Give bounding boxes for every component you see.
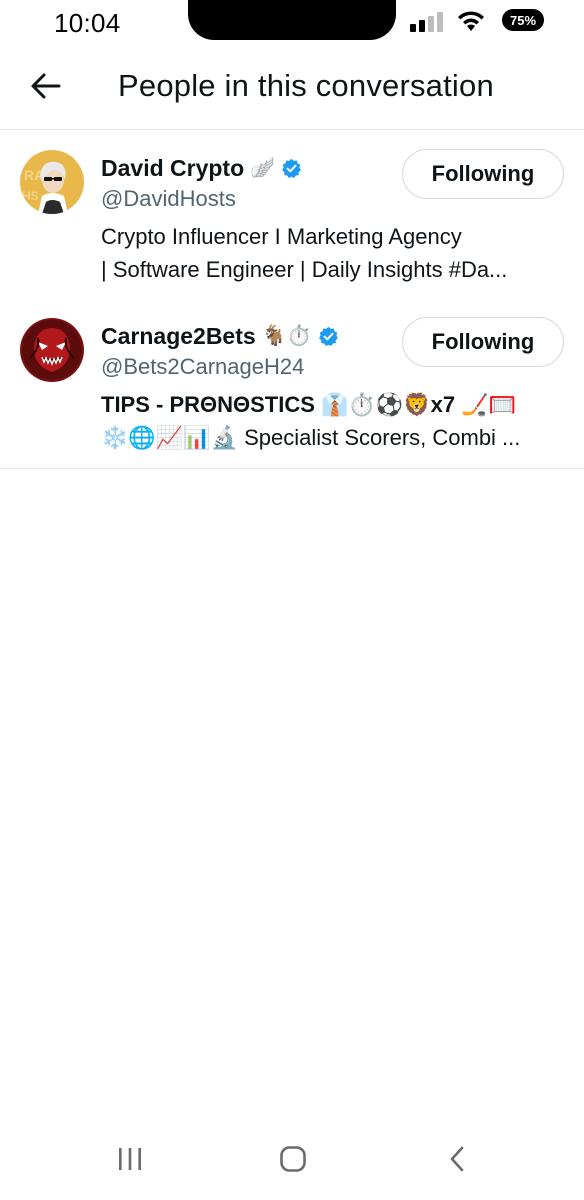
bio-line: Crypto Influencer I Marketing Agency (101, 224, 462, 249)
back-chevron-icon (450, 1146, 464, 1172)
display-name[interactable]: Carnage2Bets (101, 323, 256, 350)
signal-icon (410, 12, 446, 32)
status-time: 10:04 (54, 8, 121, 38)
following-button[interactable]: Following (402, 149, 564, 199)
back-button[interactable] (22, 66, 70, 106)
people-list: RA HS David Crypto 🪽 @DavidHosts Crypto … (0, 130, 584, 469)
user-bio: TIPS - PRΘNΘSTICS 👔⏱️⚽🦁x7 🏒🥅 ❄️🌐📈📊🔬 Spec… (101, 388, 561, 454)
bio-line: TIPS - PRΘNΘSTICS 👔⏱️⚽🦁x7 🏒🥅 (101, 392, 516, 417)
wifi-icon (455, 9, 487, 33)
bio-line: | Software Engineer | Daily Insights #Da… (101, 257, 508, 282)
bio-line: ❄️🌐📈📊🔬 Specialist Scorers, Combi ... (101, 425, 521, 450)
verified-badge-icon (281, 158, 302, 179)
svg-text:HS: HS (22, 189, 39, 203)
battery-indicator: 75% (502, 9, 544, 31)
avatar[interactable] (20, 318, 84, 382)
display-name[interactable]: David Crypto (101, 155, 244, 182)
wing-badge-emoji: 🪽 (250, 157, 276, 179)
system-back-button[interactable] (437, 1142, 477, 1176)
home-icon (280, 1146, 306, 1172)
home-button[interactable] (273, 1142, 313, 1176)
list-item[interactable]: Carnage2Bets 🐐⏱️ @Bets2CarnageH24 TIPS -… (0, 298, 584, 468)
header: People in this conversation (0, 46, 584, 130)
camera-notch (188, 0, 396, 40)
recents-button[interactable] (110, 1142, 150, 1176)
verified-badge-icon (318, 326, 339, 347)
system-nav-bar (0, 1120, 584, 1200)
page-title: People in this conversation (118, 68, 494, 103)
recents-icon (119, 1148, 141, 1170)
arrow-left-icon (31, 73, 61, 99)
screen: 10:04 75% People in this conversation RA… (0, 0, 584, 1200)
status-bar: 10:04 75% (0, 0, 584, 46)
user-bio: Crypto Influencer I Marketing Agency | S… (101, 220, 561, 286)
list-item[interactable]: RA HS David Crypto 🪽 @DavidHosts Crypto … (0, 130, 584, 298)
avatar[interactable]: RA HS (20, 150, 84, 214)
goat-stopwatch-badge-emoji: 🐐⏱️ (261, 325, 312, 347)
following-button[interactable]: Following (402, 317, 564, 367)
